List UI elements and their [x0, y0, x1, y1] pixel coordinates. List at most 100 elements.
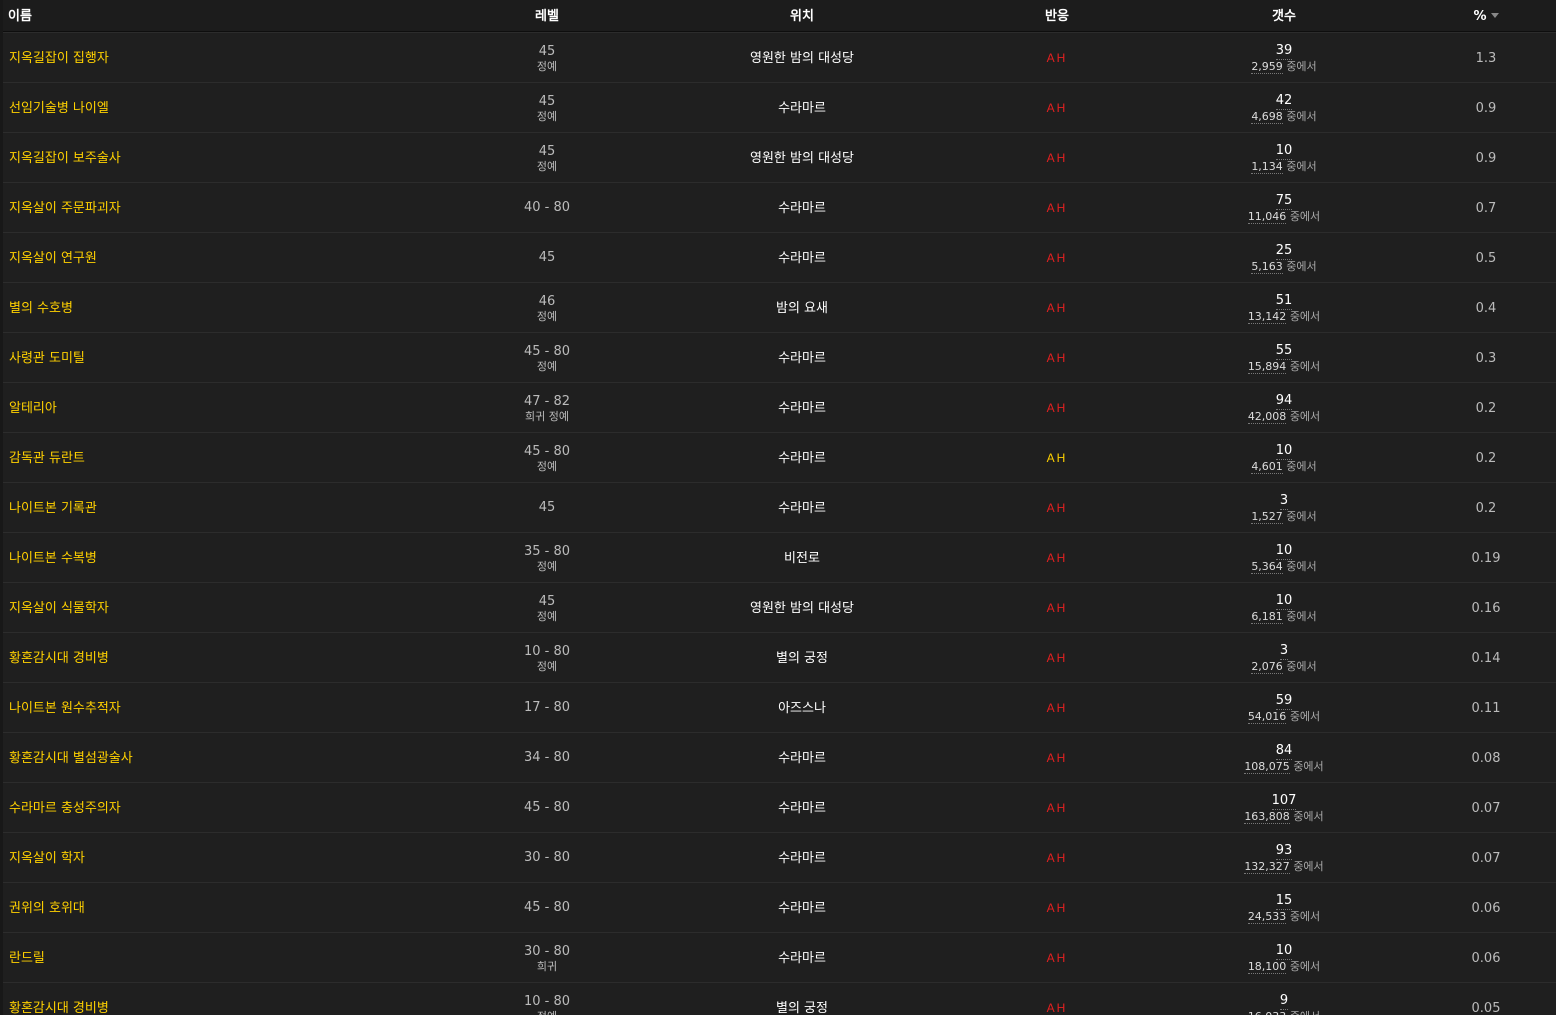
column-header-level[interactable]: 레벨 — [482, 0, 612, 31]
npc-name-link[interactable]: 황혼감시대 경비병 — [9, 983, 109, 1015]
out-of-total: 42,008 중에서 — [1247, 409, 1320, 424]
column-header-percent-label: % — [1473, 9, 1487, 24]
npc-name-link[interactable]: 선임기술병 나이엘 — [9, 83, 109, 132]
table-row: 알테리아 47 - 82 희귀 정예 수라마르 AH 94 42,008 중에서… — [3, 382, 1556, 432]
table-row: 황혼감시대 경비병 10 - 80 정예 별의 궁정 AH 3 2,076 중에… — [3, 632, 1556, 682]
npc-name-link[interactable]: 황혼감시대 경비병 — [9, 633, 109, 682]
total-count: 42,008 — [1247, 409, 1287, 424]
npc-location-link[interactable]: 수라마르 — [642, 233, 962, 282]
npc-location-link[interactable]: 밤의 요새 — [642, 283, 962, 332]
npc-count-cell: 10 18,100 중에서 — [1212, 933, 1356, 982]
drop-count: 25 — [1275, 242, 1293, 260]
npc-level-cell: 45 정예 — [482, 583, 612, 632]
npc-name-link[interactable]: 지옥살이 연구원 — [9, 233, 97, 282]
npc-location-link[interactable]: 수라마르 — [642, 183, 962, 232]
drop-count: 107 — [1271, 792, 1297, 810]
npc-name-link[interactable]: 수라마르 충성주의자 — [9, 783, 121, 832]
npc-location-link[interactable]: 수라마르 — [642, 883, 962, 932]
npc-name-link[interactable]: 황혼감시대 별섬광술사 — [9, 733, 133, 782]
drop-percent: 0.9 — [1475, 151, 1497, 166]
npc-location-link[interactable]: 수라마르 — [642, 333, 962, 382]
npc-reaction: AH — [1007, 483, 1107, 532]
drop-count: 10 — [1275, 592, 1293, 610]
npc-location-link[interactable]: 영원한 밤의 대성당 — [642, 583, 962, 632]
npc-location-link[interactable]: 수라마르 — [642, 433, 962, 482]
drop-count: 55 — [1275, 342, 1293, 360]
npc-location-link[interactable]: 영원한 밤의 대성당 — [642, 133, 962, 182]
table-row: 지옥살이 주문파괴자 40 - 80 수라마르 AH 75 11,046 중에서… — [3, 182, 1556, 232]
npc-name-link[interactable]: 지옥살이 주문파괴자 — [9, 183, 121, 232]
out-of-total: 18,100 중에서 — [1247, 959, 1320, 974]
npc-name-link[interactable]: 별의 수호병 — [9, 283, 73, 332]
table-row: 수라마르 충성주의자 45 - 80 수라마르 AH 107 163,808 중… — [3, 782, 1556, 832]
drop-percent: 0.06 — [1471, 951, 1501, 966]
npc-name-link[interactable]: 감독관 듀란트 — [9, 433, 85, 482]
alliance-reaction: A — [1046, 501, 1057, 515]
npc-location-link[interactable]: 아즈스나 — [642, 683, 962, 732]
npc-count-cell: 84 108,075 중에서 — [1212, 733, 1356, 782]
total-count: 16,033 — [1247, 1009, 1287, 1015]
total-count: 11,046 — [1247, 209, 1287, 224]
npc-location-link[interactable]: 별의 궁정 — [642, 983, 962, 1015]
npc-name-link[interactable]: 사령관 도미틸 — [9, 333, 85, 382]
npc-name-link[interactable]: 지옥살이 학자 — [9, 833, 85, 882]
total-count: 18,100 — [1247, 959, 1287, 974]
npc-location-link[interactable]: 수라마르 — [642, 783, 962, 832]
total-count: 4,601 — [1251, 459, 1283, 474]
npc-name-link[interactable]: 나이트본 기록관 — [9, 483, 97, 532]
npc-count-cell: 59 54,016 중에서 — [1212, 683, 1356, 732]
column-header-percent[interactable]: % — [1456, 0, 1516, 31]
npc-name-link[interactable]: 권위의 호위대 — [9, 883, 85, 932]
npc-location-link[interactable]: 수라마르 — [642, 833, 962, 882]
npc-name-link[interactable]: 란드릴 — [9, 933, 45, 982]
drop-count: 10 — [1275, 442, 1293, 460]
alliance-reaction: A — [1046, 701, 1057, 715]
column-header-count[interactable]: 갯수 — [1212, 0, 1356, 31]
npc-name-link[interactable]: 지옥살이 식물학자 — [9, 583, 109, 632]
npc-location-link[interactable]: 수라마르 — [642, 383, 962, 432]
npc-location-link[interactable]: 수라마르 — [642, 733, 962, 782]
npc-location-link[interactable]: 수라마르 — [642, 483, 962, 532]
npc-level-cell: 45 정예 — [482, 33, 612, 82]
column-header-count-label: 갯수 — [1272, 9, 1296, 24]
column-header-react[interactable]: 반응 — [1007, 0, 1107, 31]
npc-name-link[interactable]: 지옥길잡이 보주술사 — [9, 133, 121, 182]
column-header-location[interactable]: 위치 — [642, 0, 962, 31]
npc-classification: 정예 — [536, 609, 558, 623]
npc-count-cell: 42 4,698 중에서 — [1212, 83, 1356, 132]
drop-count: 84 — [1275, 742, 1293, 760]
out-of-label: 중에서 — [1289, 209, 1321, 223]
column-header-name[interactable]: 이름 — [8, 0, 32, 31]
npc-classification: 정예 — [536, 459, 558, 473]
npc-name-link[interactable]: 나이트본 수복병 — [9, 533, 97, 582]
total-count: 108,075 — [1244, 759, 1290, 774]
npc-classification: 정예 — [536, 309, 558, 323]
npc-reaction: AH — [1007, 33, 1107, 82]
horde-reaction: H — [1056, 701, 1068, 715]
npc-reaction: AH — [1007, 283, 1107, 332]
table-row: 지옥살이 학자 30 - 80 수라마르 AH 93 132,327 중에서 0… — [3, 832, 1556, 882]
out-of-label: 중에서 — [1289, 909, 1321, 923]
npc-reaction: AH — [1007, 883, 1107, 932]
npc-location-link[interactable]: 영원한 밤의 대성당 — [642, 33, 962, 82]
npc-level-cell: 40 - 80 — [482, 183, 612, 232]
total-count: 163,808 — [1244, 809, 1290, 824]
npc-table: 이름 레벨 위치 반응 갯수 % 지옥길잡이 집행자 45 정예 영원한 밤의 … — [3, 0, 1556, 1015]
npc-level-cell: 10 - 80 정예 — [482, 983, 612, 1015]
alliance-reaction: A — [1046, 351, 1057, 365]
npc-name-link[interactable]: 나이트본 원수추적자 — [9, 683, 121, 732]
npc-reaction: AH — [1007, 183, 1107, 232]
out-of-total: 4,698 중에서 — [1251, 109, 1317, 124]
npc-name-link[interactable]: 지옥길잡이 집행자 — [9, 33, 109, 82]
npc-classification: 정예 — [536, 559, 558, 573]
npc-location-link[interactable]: 별의 궁정 — [642, 633, 962, 682]
npc-location-link[interactable]: 비전로 — [642, 533, 962, 582]
npc-location-link[interactable]: 수라마르 — [642, 83, 962, 132]
npc-level-cell: 17 - 80 — [482, 683, 612, 732]
alliance-reaction: A — [1046, 51, 1057, 65]
out-of-total: 132,327 중에서 — [1244, 859, 1324, 874]
npc-level-cell: 10 - 80 정예 — [482, 633, 612, 682]
npc-name-link[interactable]: 알테리아 — [9, 383, 57, 432]
npc-level-range: 46 — [538, 293, 556, 309]
npc-location-link[interactable]: 수라마르 — [642, 933, 962, 982]
